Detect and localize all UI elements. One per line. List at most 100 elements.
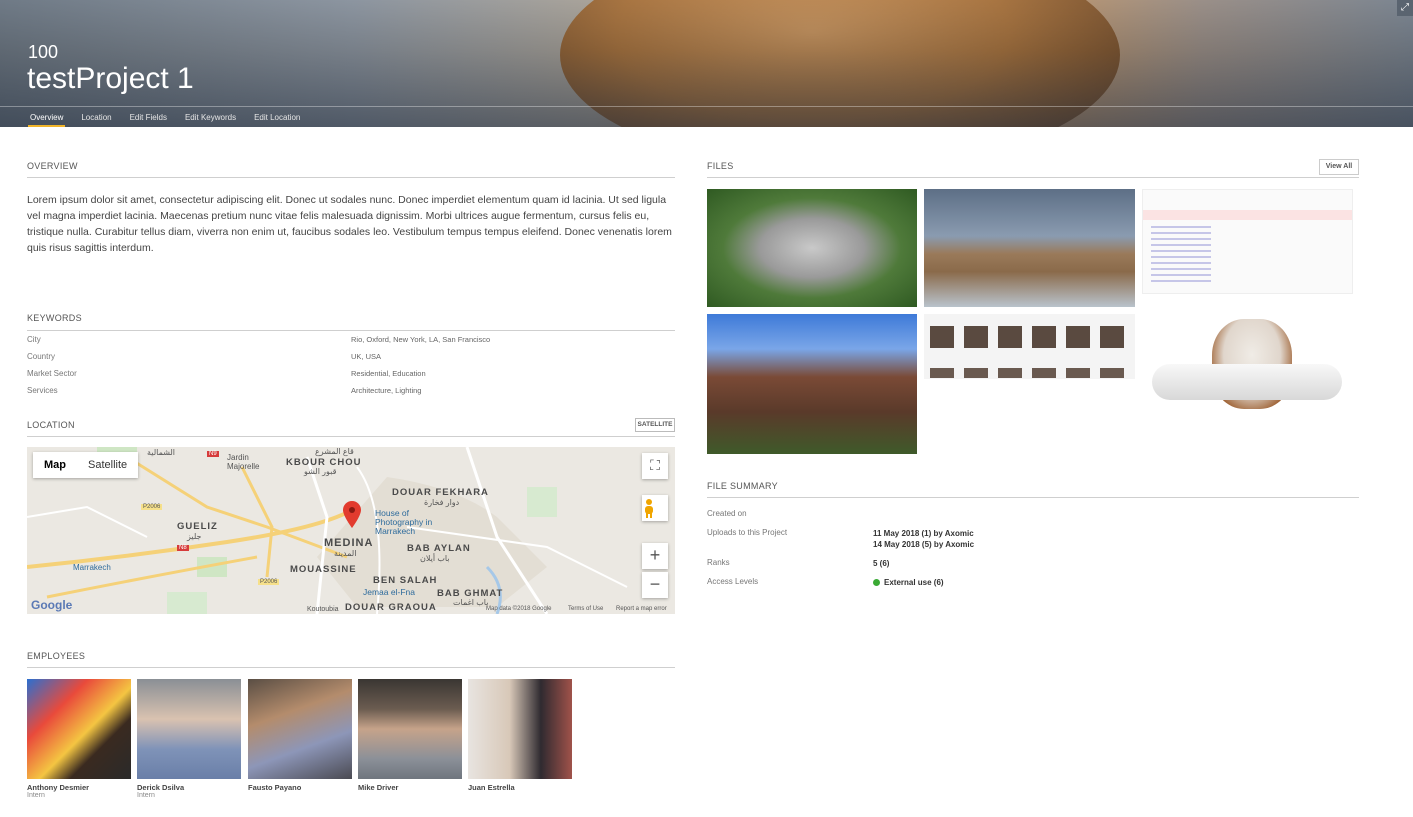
- access-levels-label: Access Levels: [707, 577, 759, 586]
- map-toggle-map[interactable]: Map: [33, 452, 77, 478]
- view-all-button[interactable]: View All: [1319, 159, 1359, 175]
- keyword-key: Services: [27, 386, 58, 395]
- employee-name: Anthony Desmier: [27, 783, 90, 792]
- keyword-key: Market Sector: [27, 369, 77, 378]
- created-on-label: Created on: [707, 509, 747, 518]
- access-level-text: External use (6): [884, 578, 944, 587]
- tab-edit-keywords[interactable]: Edit Keywords: [183, 108, 238, 127]
- map-label: BAB AYLAN: [407, 543, 471, 554]
- avatar: [27, 679, 131, 779]
- file-thumbnail-gallery[interactable]: [924, 314, 1135, 379]
- file-thumbnail-canal-houses[interactable]: [707, 314, 917, 454]
- pegman-icon[interactable]: [642, 495, 668, 521]
- map-label: GUELIZ: [177, 521, 218, 532]
- avatar: [248, 679, 352, 779]
- road-badge: P2006: [258, 579, 280, 585]
- map-label: دوار فخارة: [424, 498, 460, 507]
- overview-heading: OVERVIEW: [27, 161, 78, 171]
- keywords-heading: KEYWORDS: [27, 313, 82, 323]
- employee-role: Intern: [27, 792, 45, 799]
- employee-name: Derick Dsilva: [137, 783, 185, 792]
- fullscreen-icon[interactable]: ⛶: [642, 453, 668, 479]
- map-label: MOUASSINE: [290, 564, 357, 575]
- map-toggle-satellite[interactable]: Satellite: [77, 452, 138, 478]
- map-pin-icon[interactable]: [342, 501, 362, 529]
- file-thumbnail-console[interactable]: [1142, 189, 1353, 294]
- file-thumbnail-dog[interactable]: [1142, 314, 1353, 442]
- employees-heading: EMPLOYEES: [27, 651, 86, 661]
- map-label: DOUAR FEKHARA: [392, 487, 489, 498]
- employee-card[interactable]: Mike Driver: [358, 679, 462, 792]
- ranks-label: Ranks: [707, 558, 730, 567]
- file-summary-heading: FILE SUMMARY: [707, 481, 778, 491]
- report-error-link[interactable]: Report a map error: [616, 606, 667, 612]
- map-label: Jardin Majorelle: [227, 453, 260, 471]
- map-type-toggle: Map Satellite: [33, 452, 139, 478]
- employee-name: Mike Driver: [358, 783, 399, 792]
- map-label: الشمالية: [147, 448, 175, 457]
- keyword-value: Rio, Oxford, New York, LA, San Francisco: [351, 335, 491, 344]
- map-data-text: Map data ©2018 Google: [486, 606, 552, 612]
- map-label: قبور الشو: [304, 467, 337, 476]
- tab-bar: Overview Location Edit Fields Edit Keywo…: [28, 108, 316, 127]
- map-label: باب اغمات: [453, 598, 489, 607]
- map-label: Marrakech: [73, 563, 111, 572]
- divider: [27, 330, 675, 331]
- employee-card[interactable]: Anthony Desmier Intern: [27, 679, 131, 799]
- project-header: 100 testProject 1 Overview Location Edit…: [0, 0, 1413, 127]
- expand-icon[interactable]: ⤢: [1397, 0, 1413, 16]
- employee-card[interactable]: Juan Estrella: [468, 679, 572, 792]
- employee-name: Fausto Payano: [248, 783, 302, 792]
- tab-overview[interactable]: Overview: [28, 108, 66, 127]
- employee-name: Juan Estrella: [468, 783, 515, 792]
- map-poi-label: Jemaa el-Fna: [363, 587, 415, 597]
- divider: [0, 106, 1413, 107]
- ranks-value: 5 (6): [873, 559, 890, 568]
- road-badge: N8: [177, 545, 189, 551]
- upload-entry: 11 May 2018 (1) by Axomic: [873, 529, 974, 538]
- satellite-button[interactable]: SATELLITE: [635, 418, 675, 432]
- road-badge: P2006: [141, 504, 163, 510]
- employee-card[interactable]: Fausto Payano: [248, 679, 352, 792]
- divider: [707, 497, 1359, 498]
- map-label: قاع المشرع: [315, 447, 354, 456]
- map-label: DOUAR GRAOUA: [345, 602, 437, 613]
- zoom-in-icon[interactable]: +: [642, 543, 668, 569]
- map-poi-label: House of Photography in Marrakech: [375, 508, 433, 536]
- zoom-out-icon[interactable]: −: [642, 572, 668, 598]
- status-dot-icon: [873, 579, 880, 586]
- file-thumbnail-bear[interactable]: [924, 189, 1135, 307]
- project-title: testProject 1: [27, 62, 194, 95]
- map-label: جليز: [187, 532, 202, 541]
- avatar: [358, 679, 462, 779]
- file-thumbnail-koala[interactable]: [707, 189, 917, 307]
- keyword-key: Country: [27, 352, 56, 361]
- avatar: [468, 679, 572, 779]
- tab-location[interactable]: Location: [79, 108, 113, 127]
- divider: [27, 667, 675, 668]
- map-label: MEDINA: [324, 537, 374, 549]
- map-label: BEN SALAH: [373, 575, 438, 586]
- employee-card[interactable]: Derick Dsilva Intern: [137, 679, 241, 799]
- uploads-label: Uploads to this Project: [707, 528, 788, 537]
- road-badge: N9: [207, 451, 219, 457]
- access-level-value: External use (6): [873, 577, 944, 588]
- tab-edit-location[interactable]: Edit Location: [252, 108, 302, 127]
- files-heading: FILES: [707, 161, 734, 171]
- keyword-value: Architecture, Lighting: [351, 386, 422, 395]
- map-label: باب أيلان: [420, 554, 450, 563]
- upload-entry: 14 May 2018 (5) by Axomic: [873, 540, 975, 549]
- project-id: 100: [28, 42, 59, 62]
- google-logo: Google: [31, 598, 73, 612]
- divider: [27, 177, 675, 178]
- divider: [707, 177, 1359, 178]
- terms-link[interactable]: Terms of Use: [568, 606, 603, 612]
- location-heading: LOCATION: [27, 420, 75, 430]
- location-map[interactable]: Map Satellite الشمالية قاع المشرع Jardin…: [27, 447, 675, 614]
- keyword-value: Residential, Education: [351, 369, 426, 378]
- overview-text: Lorem ipsum dolor sit amet, consectetur …: [27, 194, 672, 254]
- divider: [27, 436, 675, 437]
- tab-edit-fields[interactable]: Edit Fields: [128, 108, 169, 127]
- keyword-key: City: [27, 335, 41, 344]
- map-label: Koutoubia: [307, 606, 339, 613]
